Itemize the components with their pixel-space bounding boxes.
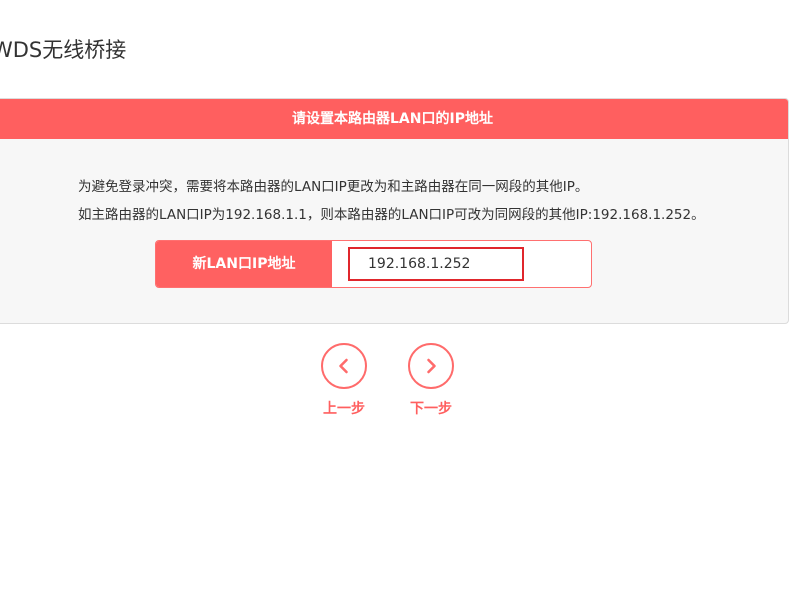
lan-ip-field: 新LAN口IP地址 <box>155 240 592 288</box>
lan-ip-input-wrap <box>332 241 591 287</box>
prev-step-button[interactable]: 上一步 <box>318 343 370 418</box>
page-title: WDS无线桥接 <box>0 38 127 62</box>
chevron-right-icon[interactable] <box>408 343 454 389</box>
chevron-left-icon[interactable] <box>321 343 367 389</box>
lan-ip-input[interactable] <box>348 247 524 281</box>
next-step-button[interactable]: 下一步 <box>405 343 457 418</box>
wds-setup-page: WDS无线桥接 请设置本路由器LAN口的IP地址 为避免登录冲突，需要将本路由器… <box>0 0 800 600</box>
panel-header: 请设置本路由器LAN口的IP地址 <box>0 99 788 139</box>
lan-ip-label: 新LAN口IP地址 <box>156 241 332 287</box>
lan-ip-panel: 请设置本路由器LAN口的IP地址 为避免登录冲突，需要将本路由器的LAN口IP更… <box>0 98 789 324</box>
description-line-1: 为避免登录冲突，需要将本路由器的LAN口IP更改为和主路由器在同一网段的其他IP… <box>78 179 589 195</box>
prev-step-label[interactable]: 上一步 <box>318 398 370 418</box>
description-line-2: 如主路由器的LAN口IP为192.168.1.1，则本路由器的LAN口IP可改为… <box>78 207 705 223</box>
next-step-label[interactable]: 下一步 <box>405 398 457 418</box>
